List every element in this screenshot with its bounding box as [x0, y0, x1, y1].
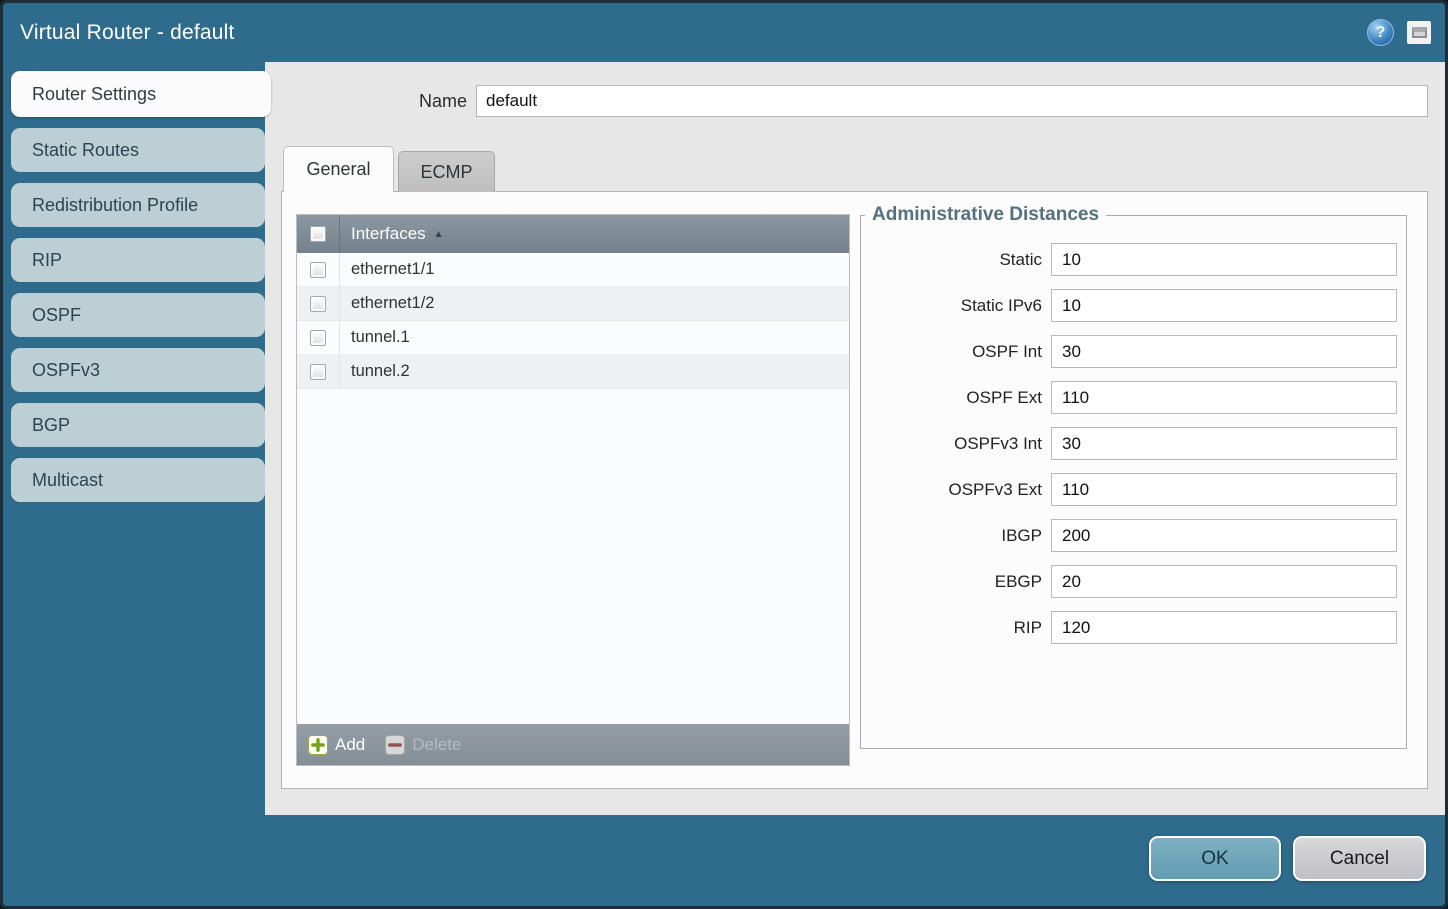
table-row[interactable]: ethernet1/1: [297, 253, 849, 287]
titlebar: Virtual Router - default ?: [3, 3, 1445, 62]
general-tab-panel: Interfaces ▲ ethernet1/1 ethernet1/2: [281, 191, 1428, 789]
field-row-ospfv3-ext: OSPFv3 Ext: [861, 473, 1397, 506]
ibgp-label: IBGP: [861, 526, 1051, 546]
cancel-button[interactable]: Cancel: [1293, 836, 1426, 881]
titlebar-icons: ?: [1367, 19, 1431, 46]
header-checkbox-cell: [297, 215, 340, 253]
sidebar-item-multicast[interactable]: Multicast: [11, 458, 265, 502]
static-ipv6-label: Static IPv6: [861, 296, 1051, 316]
ok-button[interactable]: OK: [1149, 836, 1281, 881]
delete-button-label: Delete: [412, 735, 461, 755]
field-row-ospf-int: OSPF Int: [861, 335, 1397, 368]
tab-bar: General ECMP: [283, 146, 495, 192]
select-all-checkbox[interactable]: [310, 226, 326, 242]
interface-name: ethernet1/1: [340, 260, 434, 279]
field-row-ibgp: IBGP: [861, 519, 1397, 552]
add-button-label: Add: [335, 735, 365, 755]
sidebar-item-ospf[interactable]: OSPF: [11, 293, 265, 337]
field-row-static: Static: [861, 243, 1397, 276]
interfaces-table-footer: Add Delete: [297, 724, 849, 765]
tab-ecmp[interactable]: ECMP: [398, 151, 495, 192]
interfaces-column-label: Interfaces: [351, 224, 426, 244]
table-row[interactable]: tunnel.2: [297, 355, 849, 389]
content-area: Name General ECMP Interfaces ▲: [265, 62, 1445, 815]
ospf-ext-input[interactable]: [1051, 381, 1397, 414]
administrative-distances-group: Administrative Distances Static Static I…: [860, 204, 1407, 749]
add-button[interactable]: Add: [308, 735, 365, 755]
ospfv3-int-input[interactable]: [1051, 427, 1397, 460]
plus-icon: [308, 735, 328, 755]
help-icon[interactable]: ?: [1367, 19, 1394, 46]
field-row-static-ipv6: Static IPv6: [861, 289, 1397, 322]
dialog-title: Virtual Router - default: [20, 21, 235, 45]
interface-name: ethernet1/2: [340, 294, 434, 313]
row-checkbox[interactable]: [310, 296, 326, 312]
administrative-distances-legend: Administrative Distances: [865, 204, 1106, 226]
ospf-int-label: OSPF Int: [861, 342, 1051, 362]
ospfv3-int-label: OSPFv3 Int: [861, 434, 1051, 454]
sidebar-item-router-settings[interactable]: Router Settings: [11, 71, 271, 117]
field-row-ebgp: EBGP: [861, 565, 1397, 598]
field-row-ospf-ext: OSPF Ext: [861, 381, 1397, 414]
sidebar-item-ospfv3[interactable]: OSPFv3: [11, 348, 265, 392]
sort-ascending-icon: ▲: [434, 229, 444, 240]
name-row: Name: [265, 85, 1428, 117]
interface-name: tunnel.2: [340, 362, 410, 381]
interfaces-table: Interfaces ▲ ethernet1/1 ethernet1/2: [296, 214, 850, 766]
interfaces-column-header[interactable]: Interfaces ▲: [340, 224, 444, 244]
table-row[interactable]: ethernet1/2: [297, 287, 849, 321]
sidebar-item-rip[interactable]: RIP: [11, 238, 265, 282]
name-input[interactable]: [476, 85, 1428, 117]
name-label: Name: [419, 91, 467, 112]
sidebar-item-bgp[interactable]: BGP: [11, 403, 265, 447]
window-pane-glyph: [1412, 27, 1427, 38]
field-row-ospfv3-int: OSPFv3 Int: [861, 427, 1397, 460]
field-row-rip: RIP: [861, 611, 1397, 644]
minus-icon: [385, 735, 405, 755]
ospfv3-ext-input[interactable]: [1051, 473, 1397, 506]
interfaces-table-body: ethernet1/1 ethernet1/2 tunnel.1 tunnel.…: [297, 253, 849, 724]
row-checkbox[interactable]: [310, 330, 326, 346]
interfaces-table-header: Interfaces ▲: [297, 215, 849, 253]
ospfv3-ext-label: OSPFv3 Ext: [861, 480, 1051, 500]
ebgp-label: EBGP: [861, 572, 1051, 592]
ospf-ext-label: OSPF Ext: [861, 388, 1051, 408]
table-row[interactable]: tunnel.1: [297, 321, 849, 355]
row-checkbox[interactable]: [310, 364, 326, 380]
tab-general[interactable]: General: [283, 146, 394, 192]
rip-input[interactable]: [1051, 611, 1397, 644]
ebgp-input[interactable]: [1051, 565, 1397, 598]
ospf-int-input[interactable]: [1051, 335, 1397, 368]
sidebar-item-static-routes[interactable]: Static Routes: [11, 128, 265, 172]
static-input[interactable]: [1051, 243, 1397, 276]
virtual-router-dialog: Virtual Router - default ? Router Settin…: [0, 0, 1448, 909]
interface-name: tunnel.1: [340, 328, 410, 347]
sidebar: Router Settings Static Routes Redistribu…: [3, 62, 265, 906]
ibgp-input[interactable]: [1051, 519, 1397, 552]
rip-label: RIP: [861, 618, 1051, 638]
row-checkbox[interactable]: [310, 262, 326, 278]
sidebar-item-redistribution-profile[interactable]: Redistribution Profile: [11, 183, 265, 227]
static-ipv6-input[interactable]: [1051, 289, 1397, 322]
dialog-actions: OK Cancel: [1149, 836, 1426, 881]
delete-button[interactable]: Delete: [385, 735, 461, 755]
static-label: Static: [861, 250, 1051, 270]
popout-window-icon[interactable]: [1407, 21, 1431, 44]
